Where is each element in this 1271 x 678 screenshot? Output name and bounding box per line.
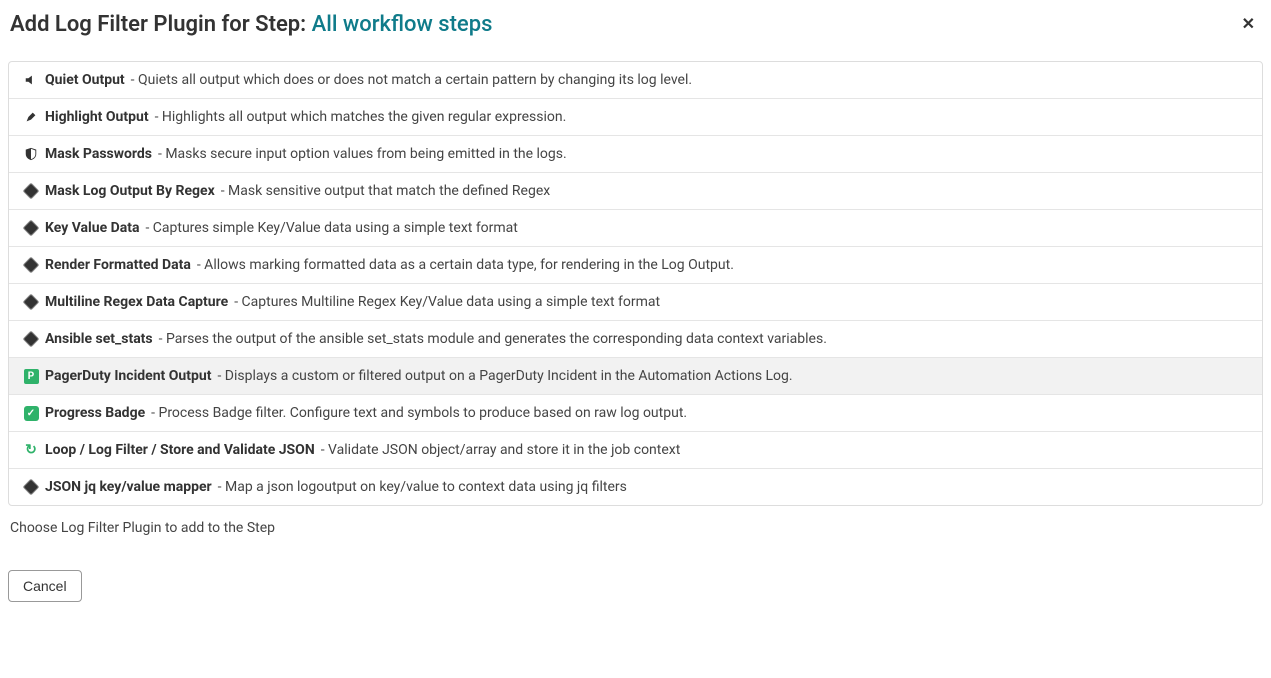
plugin-name: JSON jq key/value mapper	[45, 479, 212, 495]
dialog-title: Add Log Filter Plugin for Step: All work…	[10, 12, 492, 37]
diamond-icon	[23, 479, 39, 495]
help-text: Choose Log Filter Plugin to add to the S…	[8, 506, 1263, 556]
diamond-icon	[23, 331, 39, 347]
title-prefix: Add Log Filter Plugin for Step:	[10, 12, 312, 37]
plugin-name: Quiet Output	[45, 72, 125, 88]
plugin-name: Multiline Regex Data Capture	[45, 294, 228, 310]
plugin-item[interactable]: P PagerDuty Incident Output - Displays a …	[9, 358, 1262, 395]
plugin-description: - Captures Multiline Regex Key/Value dat…	[234, 294, 660, 310]
dialog-header: Add Log Filter Plugin for Step: All work…	[8, 8, 1263, 61]
plugin-description: - Masks secure input option values from …	[158, 146, 567, 162]
plugin-description: - Map a json logoutput on key/value to c…	[218, 479, 627, 495]
title-step-link[interactable]: All workflow steps	[312, 12, 493, 37]
plugin-item[interactable]: Render Formatted Data - Allows marking f…	[9, 247, 1262, 284]
plugin-name: Mask Passwords	[45, 146, 152, 162]
plugin-item[interactable]: ✓ Progress Badge - Process Badge filter. …	[9, 395, 1262, 432]
cancel-button[interactable]: Cancel	[8, 570, 82, 602]
pagerduty-icon: P	[23, 368, 39, 384]
highlighter-icon	[23, 109, 39, 125]
loop-icon: ↻	[23, 442, 39, 458]
diamond-icon	[23, 220, 39, 236]
plugin-item[interactable]: ↻ Loop / Log Filter / Store and Validate …	[9, 432, 1262, 469]
diamond-icon	[23, 294, 39, 310]
plugin-name: Highlight Output	[45, 109, 149, 125]
plugin-list: Quiet Output - Quiets all output which d…	[8, 61, 1263, 506]
plugin-description: - Mask sensitive output that match the d…	[221, 183, 551, 199]
plugin-item[interactable]: Key Value Data - Captures simple Key/Val…	[9, 210, 1262, 247]
plugin-description: - Displays a custom or filtered output o…	[217, 368, 792, 384]
plugin-description: - Captures simple Key/Value data using a…	[145, 220, 517, 236]
plugin-description: - Parses the output of the ansible set_s…	[159, 331, 827, 347]
plugin-name: Render Formatted Data	[45, 257, 191, 273]
plugin-name: Key Value Data	[45, 220, 139, 236]
plugin-item[interactable]: Highlight Output - Highlights all output…	[9, 99, 1262, 136]
plugin-description: - Validate JSON object/array and store i…	[321, 442, 681, 458]
plugin-item[interactable]: Mask Passwords - Masks secure input opti…	[9, 136, 1262, 173]
plugin-item[interactable]: Quiet Output - Quiets all output which d…	[9, 62, 1262, 99]
plugin-item[interactable]: Mask Log Output By Regex - Mask sensitiv…	[9, 173, 1262, 210]
diamond-icon	[23, 257, 39, 273]
plugin-description: - Quiets all output which does or does n…	[131, 72, 692, 88]
plugin-description: - Process Badge filter. Configure text a…	[151, 405, 687, 421]
shield-icon	[23, 146, 39, 162]
dialog-footer: Cancel	[8, 556, 1263, 608]
diamond-icon	[23, 183, 39, 199]
plugin-name: Ansible set_stats	[45, 331, 153, 347]
plugin-item[interactable]: Multiline Regex Data Capture - Captures …	[9, 284, 1262, 321]
mute-icon	[23, 72, 39, 88]
plugin-name: Progress Badge	[45, 405, 145, 421]
plugin-item[interactable]: Ansible set_stats - Parses the output of…	[9, 321, 1262, 358]
plugin-name: Mask Log Output By Regex	[45, 183, 215, 199]
plugin-description: - Highlights all output which matches th…	[155, 109, 567, 125]
check-badge-icon: ✓	[23, 405, 39, 421]
plugin-name: Loop / Log Filter / Store and Validate J…	[45, 442, 315, 458]
close-icon[interactable]: ✕	[1236, 12, 1261, 35]
plugin-description: - Allows marking formatted data as a cer…	[197, 257, 734, 273]
plugin-item[interactable]: JSON jq key/value mapper - Map a json lo…	[9, 469, 1262, 505]
plugin-name: PagerDuty Incident Output	[45, 368, 211, 384]
